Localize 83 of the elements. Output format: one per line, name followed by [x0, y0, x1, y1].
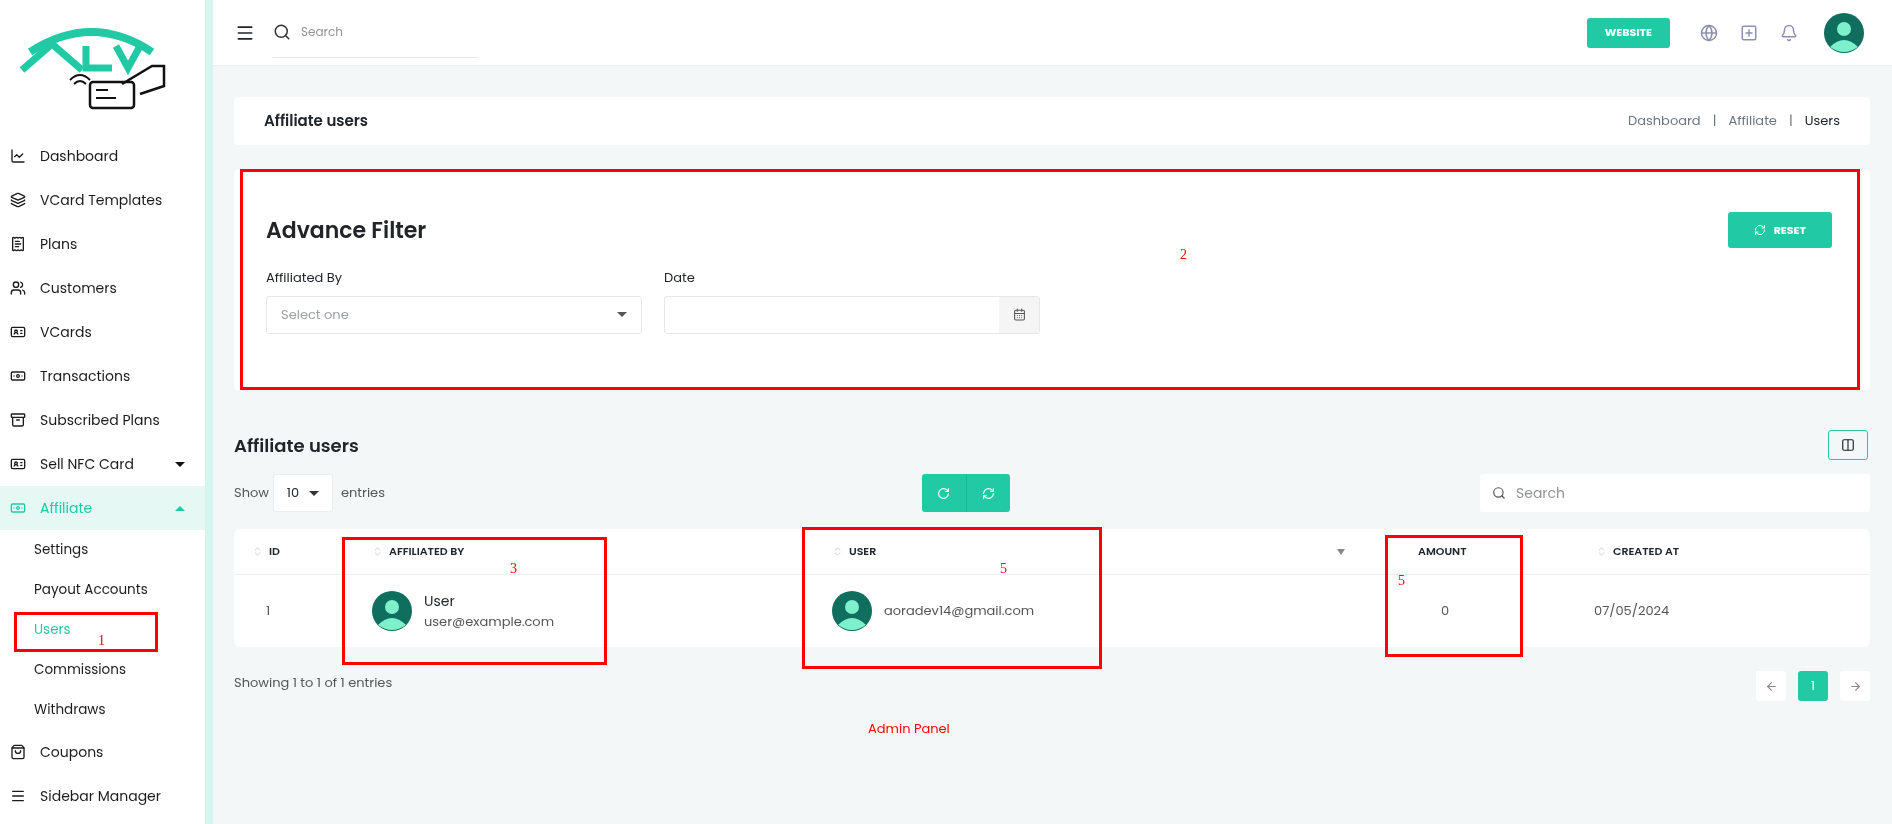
arrow-right-icon: [1848, 679, 1862, 693]
table-cell: 1: [266, 601, 271, 621]
refresh-button[interactable]: [965, 474, 1010, 512]
user-email: user@example.com: [424, 611, 555, 632]
globe-icon[interactable]: [1700, 23, 1718, 42]
id-card-icon: [10, 324, 26, 340]
breadcrumb-link[interactable]: Dashboard: [1628, 111, 1701, 131]
users-icon: [10, 280, 26, 296]
columns-button[interactable]: [1828, 430, 1868, 460]
breadcrumb-separator: |: [1712, 111, 1717, 131]
field-label: Affiliated By: [266, 268, 344, 288]
table-footer-text: Showing 1 to 1 of 1 entries: [234, 673, 394, 693]
search-icon: [273, 23, 291, 41]
show-label: Show: [234, 483, 269, 503]
page-title: Affiliate users: [264, 109, 369, 133]
sidebar-item[interactable]: Sidebar Manager: [0, 774, 205, 818]
add-icon[interactable]: [1740, 23, 1758, 42]
annotation-label: 5: [1000, 560, 1007, 578]
sidebar-item[interactable]: Coupons: [0, 730, 205, 774]
submenu-item[interactable]: Withdraws: [34, 699, 106, 721]
field-label: Date: [664, 268, 696, 288]
user-name: User: [424, 590, 456, 612]
sidebar-item[interactable]: Plans: [0, 222, 205, 266]
sidebar-item[interactable]: Dashboard: [0, 134, 205, 178]
table-search-field[interactable]: Search: [1480, 474, 1870, 512]
search-field[interactable]: Search: [301, 23, 441, 41]
sidebar-item[interactable]: VCard Templates: [0, 178, 205, 222]
sort-down-icon[interactable]: [1337, 548, 1345, 555]
id-card-icon: [10, 456, 26, 472]
banknote-icon: [10, 368, 26, 384]
notification-icon[interactable]: [1780, 23, 1798, 42]
banknote-icon: [10, 500, 26, 516]
sidebar-item[interactable]: Transactions: [0, 354, 205, 398]
table-cell: 0: [1441, 601, 1450, 621]
sidebar-item[interactable]: VCards: [0, 310, 205, 354]
avatar-icon: [372, 591, 412, 631]
caret-down-icon: [309, 490, 320, 496]
reset-table-button[interactable]: [921, 474, 966, 512]
annotation-label: 1: [98, 632, 105, 650]
refresh-icon: [1753, 224, 1766, 236]
sort-icon[interactable]: [372, 546, 383, 557]
previous-page-button[interactable]: [1756, 671, 1786, 701]
bag-icon: [10, 744, 26, 760]
column-header[interactable]: AFFILIATED BY: [389, 543, 465, 560]
table-cell: 07/05/2024: [1594, 601, 1670, 621]
refresh-icon: [981, 486, 995, 500]
column-header[interactable]: AMOUNT: [1418, 543, 1467, 560]
sort-icon[interactable]: [252, 546, 263, 557]
column-header[interactable]: USER: [849, 543, 877, 560]
sidebar-item[interactable]: Subscribed Plans: [0, 398, 205, 442]
annotation-label: 3: [510, 560, 517, 578]
breadcrumb-link[interactable]: Affiliate: [1728, 111, 1777, 131]
submenu-item[interactable]: Payout Accounts: [34, 579, 148, 601]
sidebar-item[interactable]: Customers: [0, 266, 205, 310]
archive-icon: [10, 412, 26, 428]
annotation-label: 2: [1180, 246, 1187, 264]
next-page-button[interactable]: [1840, 671, 1870, 701]
caret-down-icon: [617, 312, 627, 317]
search-icon: [1492, 486, 1506, 500]
menu-icon: [10, 788, 26, 804]
sort-icon[interactable]: [832, 546, 843, 557]
page-size-select[interactable]: 10: [272, 474, 333, 512]
avatar-icon: [832, 591, 872, 631]
columns-icon: [1841, 438, 1855, 452]
receipt-icon: [10, 236, 26, 252]
annotation-label: 5: [1398, 572, 1405, 590]
annotation-caption: Admin Panel: [868, 719, 950, 739]
chart-icon: [10, 148, 26, 164]
entries-label: entries: [340, 483, 385, 503]
table-title: Affiliate users: [234, 431, 360, 459]
breadcrumb-separator: |: [1788, 111, 1793, 131]
arrow-left-icon: [1764, 679, 1778, 693]
avatar-icon: [1824, 12, 1864, 53]
rotate-icon: [937, 486, 951, 500]
sort-icon[interactable]: [1596, 546, 1607, 557]
layers-icon: [10, 192, 26, 208]
user-email: aoradev14@gmail.com: [884, 601, 1035, 621]
filter-title: Advance Filter: [266, 213, 428, 247]
submenu-item[interactable]: Commissions: [34, 659, 126, 681]
sidebar-item[interactable]: Sell NFC Card: [0, 442, 205, 486]
column-header[interactable]: CREATED AT: [1613, 543, 1680, 560]
submenu-item[interactable]: Settings: [34, 539, 89, 561]
column-header[interactable]: ID: [269, 543, 280, 560]
